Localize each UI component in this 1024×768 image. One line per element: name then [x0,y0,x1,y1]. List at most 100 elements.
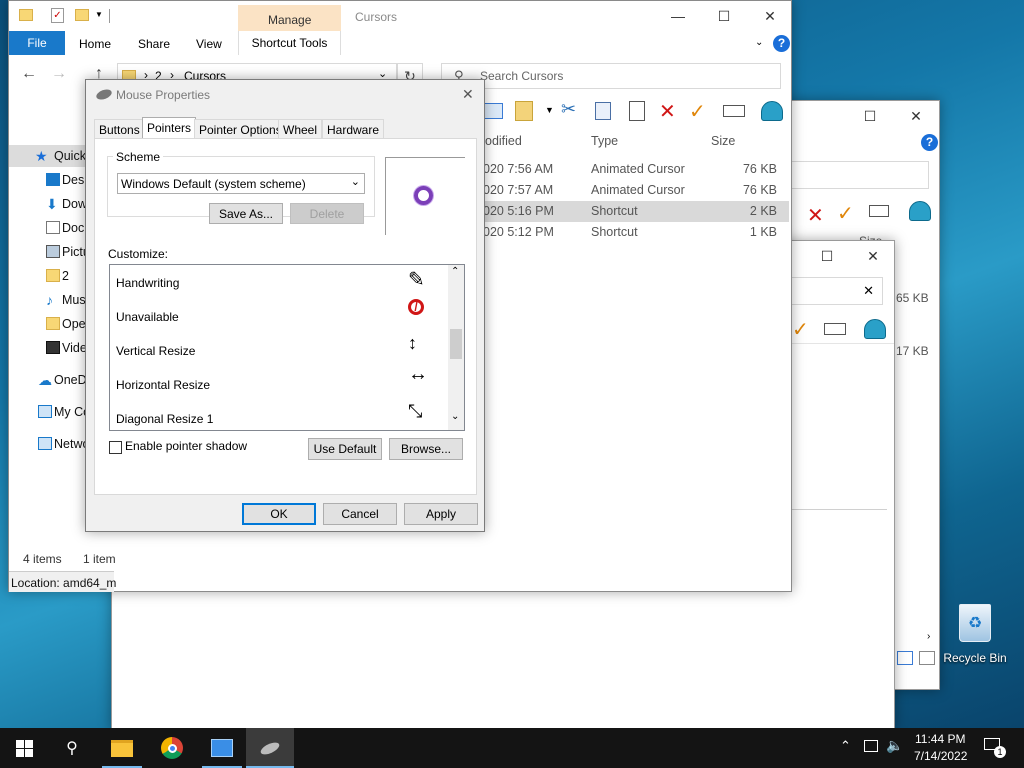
rename-icon[interactable] [723,105,745,117]
tab-pointer-options[interactable]: Pointer Options [194,119,287,140]
search-button[interactable]: ⚲ [48,728,96,768]
minimize-button[interactable]: — [655,1,701,31]
taskbar-control-panel[interactable] [198,728,246,768]
properties-icon[interactable] [515,101,533,121]
busy-cursor-icon [414,186,433,205]
browse-button[interactable]: Browse... [389,438,463,460]
shell-icon[interactable] [761,101,783,121]
apply-button[interactable]: Apply [404,503,478,525]
maximize-button-back[interactable]: ☐ [847,101,893,131]
nav-label: Quick [54,149,86,163]
tab-shortcut-tools[interactable]: Shortcut Tools [238,31,341,55]
back-arrow-icon[interactable]: ← [21,65,37,83]
list-item[interactable]: Handwriting [116,276,179,290]
shell-icon[interactable] [864,319,886,339]
list-item[interactable]: Horizontal Resize [116,378,210,392]
view-large-icon[interactable] [919,651,935,665]
chevron-down-icon[interactable]: ⌄ [755,37,763,48]
tab-buttons[interactable]: Buttons [94,119,145,140]
delete-icon[interactable]: ✕ [659,99,676,124]
clock-date[interactable]: 7/14/2022 [914,749,967,763]
maximize-button[interactable]: ☐ [701,1,747,31]
use-default-button[interactable]: Use Default [308,438,382,460]
mouse-properties-dialog: Mouse Properties ✕ Buttons Pointers Poin… [85,79,485,532]
column-size[interactable]: Size [711,134,735,148]
cancel-button[interactable]: Cancel [323,503,397,525]
save-as-button[interactable]: Save As... [209,203,283,224]
properties-icon[interactable]: ✓ [51,8,64,23]
tab-share[interactable]: Share [138,37,170,51]
scroll-thumb[interactable] [450,329,462,359]
search-box-back[interactable] [781,161,929,189]
shell-icon[interactable] [909,201,931,221]
help-icon[interactable]: ? [773,35,790,52]
taskbar-chrome[interactable] [148,728,196,768]
unavailable-cursor-icon: / [408,299,424,315]
delete-button[interactable]: Delete [290,203,364,224]
nav-item-videos[interactable]: Vide [46,337,87,359]
shadow-checkbox[interactable] [109,441,122,454]
taskbar-mouse-properties[interactable] [246,728,294,768]
paste-icon[interactable] [629,101,645,121]
close-button-back[interactable]: ✕ [893,101,939,131]
customize-toolbar-icon[interactable]: ▼ [95,10,103,19]
column-type[interactable]: Type [591,134,618,148]
copy-icon[interactable] [595,102,611,120]
tab-view[interactable]: View [196,37,222,51]
table-row[interactable]: 020 7:57 AM Animated Cursor 76 KB [479,180,789,201]
help-icon[interactable]: ? [921,134,938,151]
delete-icon[interactable]: ✕ [807,203,824,228]
list-item[interactable]: Diagonal Resize 1 [116,412,213,426]
view-details-icon[interactable] [897,651,913,665]
scheme-dropdown[interactable]: Windows Default (system scheme) ⌄ [117,173,365,194]
rename-icon[interactable] [869,205,889,217]
size-cell: 2 KB [749,204,777,218]
ok-button[interactable]: OK [242,503,316,525]
clear-search-icon[interactable]: ✕ [863,283,874,299]
checkmark-icon[interactable]: ✓ [792,317,809,342]
recycle-bin-desktop-icon[interactable]: ♻ Recycle Bin [940,600,1010,672]
status-selected: 1 item [83,552,116,566]
scroll-right-arrow[interactable]: › [927,631,930,642]
ribbon-context-tab: Manage [238,5,341,31]
nav-item-quick-access[interactable]: ★ Quick [9,145,89,167]
network-icon[interactable] [864,740,878,752]
tab-home[interactable]: Home [79,37,111,51]
cut-icon[interactable]: ✂ [561,99,576,120]
volume-icon[interactable]: 🔈 [886,737,903,754]
preview-pane-icon[interactable] [483,103,503,119]
new-folder-icon[interactable] [75,9,89,21]
tab-wheel[interactable]: Wheel [278,119,323,140]
clock-time[interactable]: 11:44 PM [915,732,965,746]
rename-icon[interactable] [824,323,846,335]
dropdown-arrow-icon[interactable]: ▼ [545,105,554,115]
column-date-modified[interactable]: odified [485,134,522,148]
tab-hardware[interactable]: Hardware [322,119,385,140]
nav-item-folder-2[interactable]: 2 [46,265,69,287]
size-value-1: 65 KB [896,291,929,305]
notification-button[interactable]: 1 [984,736,1006,758]
list-item[interactable]: Unavailable [116,310,179,324]
table-row[interactable]: 020 5:12 PM Shortcut 1 KB [479,222,789,243]
start-button[interactable] [0,728,48,768]
forward-arrow-icon[interactable]: → [51,65,67,83]
cursor-list[interactable]: Handwriting Unavailable Vertical Resize … [109,264,465,431]
nav-item-downloads[interactable]: ⬇ Dow [46,193,87,215]
tab-file[interactable]: File [9,31,65,55]
table-row[interactable]: 020 7:56 AM Animated Cursor 76 KB [479,159,789,180]
list-item[interactable]: Vertical Resize [116,344,195,358]
checkmark-icon[interactable]: ✓ [689,99,706,124]
close-icon[interactable]: ✕ [462,86,474,103]
taskbar-explorer[interactable] [98,728,146,768]
scroll-down-arrow[interactable]: ⌄ [451,411,459,422]
close-button-search[interactable]: ✕ [850,241,896,271]
chevron-up-icon[interactable]: ⌃ [840,738,851,754]
search-input[interactable]: Search Cursors [480,69,563,83]
maximize-button-search[interactable]: ☐ [804,241,850,271]
scroll-up-arrow[interactable]: ⌃ [451,266,459,277]
table-row-selected[interactable]: 020 5:16 PM Shortcut 2 KB [479,201,789,222]
list-scrollbar[interactable]: ⌃ ⌄ [448,265,464,430]
checkmark-icon[interactable]: ✓ [837,201,854,226]
close-button[interactable]: ✕ [747,1,793,31]
search-box[interactable]: ⚲ Search Cursors [441,63,781,89]
